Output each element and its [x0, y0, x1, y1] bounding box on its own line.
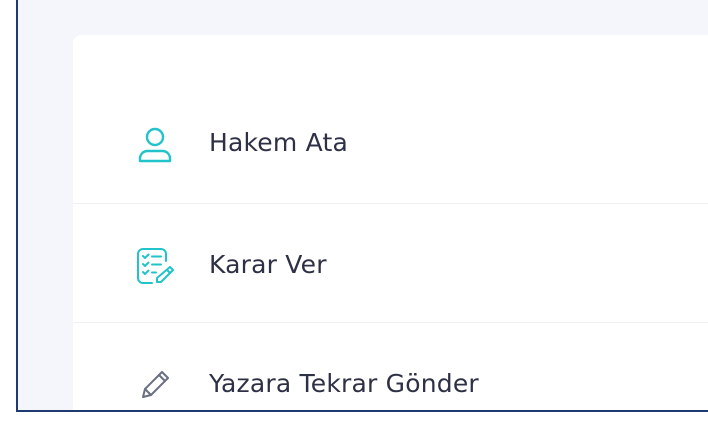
menu-item-assign-referee[interactable]: Hakem Ata — [73, 85, 708, 204]
action-menu: Hakem Ata Karar Ver Yazara Tekrar Gönder — [73, 35, 708, 410]
pencil-icon — [135, 365, 175, 405]
menu-item-resend-to-author[interactable]: Yazara Tekrar Gönder — [73, 323, 708, 410]
checklist-edit-icon — [135, 246, 175, 286]
menu-item-label: Yazara Tekrar Gönder — [209, 369, 479, 398]
app-frame: Hakem Ata Karar Ver Yazara Tekrar Gönder — [16, 0, 708, 412]
user-icon — [135, 124, 175, 164]
menu-item-decide[interactable]: Karar Ver — [73, 204, 708, 323]
menu-item-label: Hakem Ata — [209, 128, 348, 157]
menu-item-label: Karar Ver — [209, 250, 327, 279]
